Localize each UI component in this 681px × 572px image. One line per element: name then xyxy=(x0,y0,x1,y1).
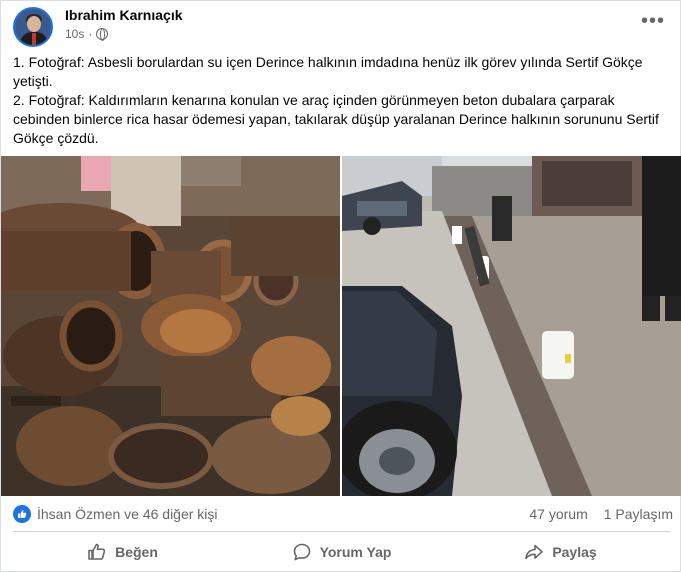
photo-concrete-bollards[interactable] xyxy=(342,156,681,496)
post-meta: 10s · xyxy=(65,27,109,41)
divider xyxy=(13,531,670,532)
comment-count[interactable]: 47 yorum xyxy=(529,506,587,522)
post-paragraph-1: 1. Fotoğraf: Asbesli borulardan su içen … xyxy=(13,54,643,89)
share-button[interactable]: Paylaş xyxy=(451,533,670,571)
comment-icon xyxy=(293,543,310,561)
share-label: Paylaş xyxy=(552,544,597,560)
post-card: Ibrahim Karnıaçık 10s · ••• 1. Fotoğraf:… xyxy=(0,0,681,572)
more-options-icon[interactable]: ••• xyxy=(641,11,665,31)
post-time[interactable]: 10s xyxy=(65,27,84,41)
engagement-counts: 47 yorum 1 Paylaşım xyxy=(529,506,673,522)
post-paragraph-2: 2. Fotoğraf: Kaldırımların kenarına konu… xyxy=(13,92,659,146)
like-icon xyxy=(88,543,106,560)
reaction-summary[interactable]: İhsan Özmen ve 46 diğer kişi xyxy=(37,506,218,522)
photo-asbestos-pipes[interactable] xyxy=(1,156,340,496)
post-text: 1. Fotoğraf: Asbesli borulardan su içen … xyxy=(13,53,673,148)
like-reaction-icon xyxy=(13,505,31,523)
comment-label: Yorum Yap xyxy=(319,544,392,560)
reactions-bar: İhsan Özmen ve 46 diğer kişi 47 yorum 1 … xyxy=(13,503,673,525)
share-icon xyxy=(525,544,544,560)
author-avatar[interactable] xyxy=(13,7,53,47)
photo-grid xyxy=(1,156,681,496)
like-button[interactable]: Beğen xyxy=(13,533,232,571)
action-bar: Beğen Yorum Yap Paylaş xyxy=(13,533,670,571)
comment-button[interactable]: Yorum Yap xyxy=(232,533,451,571)
author-name[interactable]: Ibrahim Karnıaçık xyxy=(65,7,183,23)
like-label: Beğen xyxy=(115,544,158,560)
globe-icon xyxy=(96,28,109,41)
share-count[interactable]: 1 Paylaşım xyxy=(604,506,673,522)
post-header: Ibrahim Karnıaçık 10s · ••• xyxy=(13,5,673,49)
